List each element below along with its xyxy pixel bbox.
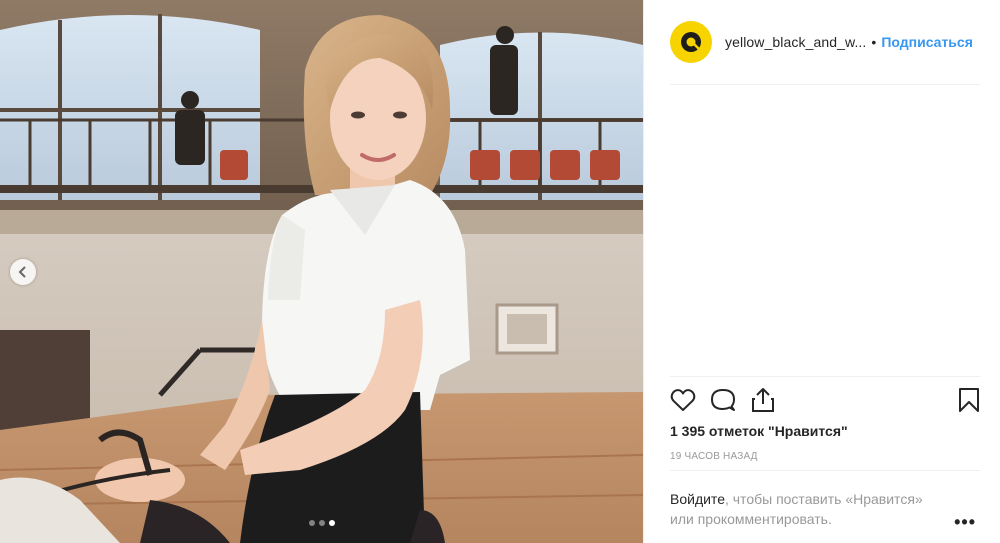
instagram-post: yellow_black_and_w... • Подписаться 1 39…: [0, 0, 1000, 543]
comments-area: [644, 85, 1000, 376]
carousel-dot: [318, 520, 325, 526]
carousel-dot: [308, 520, 315, 526]
share-icon: [752, 388, 774, 412]
post-timestamp[interactable]: 19 ЧАСОВ НАЗАД: [670, 451, 758, 462]
username-link[interactable]: yellow_black_and_w...: [725, 34, 866, 50]
save-button[interactable]: [958, 387, 980, 413]
post-photo[interactable]: [0, 0, 643, 543]
more-options-button[interactable]: •••: [954, 512, 976, 533]
carousel-dot-active: [328, 520, 335, 526]
carousel-indicator: [0, 520, 643, 526]
follow-button[interactable]: Подписаться: [881, 34, 973, 50]
share-button[interactable]: [750, 387, 776, 413]
chevron-left-icon: [18, 266, 26, 278]
likes-count[interactable]: 1 395 отметок "Нравится": [670, 423, 848, 439]
header-separator: •: [871, 34, 877, 50]
login-link[interactable]: Войдите: [670, 491, 725, 507]
actions-divider: [670, 376, 980, 377]
comment-icon: [711, 389, 735, 411]
post-actions: [670, 384, 980, 416]
avatar-logo-icon: [681, 32, 701, 52]
footer-divider: [670, 470, 980, 471]
photo-illustration: [0, 0, 643, 543]
heart-icon: [670, 389, 696, 411]
login-prompt: Войдите, чтобы поставить «Нравится» или …: [670, 489, 950, 529]
bookmark-icon: [959, 388, 979, 412]
carousel-prev-button[interactable]: [10, 259, 36, 285]
like-button[interactable]: [670, 388, 696, 412]
post-header: yellow_black_and_w... • Подписаться: [644, 0, 1000, 84]
post-side-panel: yellow_black_and_w... • Подписаться 1 39…: [643, 0, 1000, 543]
comment-button[interactable]: [710, 387, 736, 413]
header-text: yellow_black_and_w... • Подписаться: [725, 34, 973, 50]
avatar[interactable]: [670, 21, 712, 63]
